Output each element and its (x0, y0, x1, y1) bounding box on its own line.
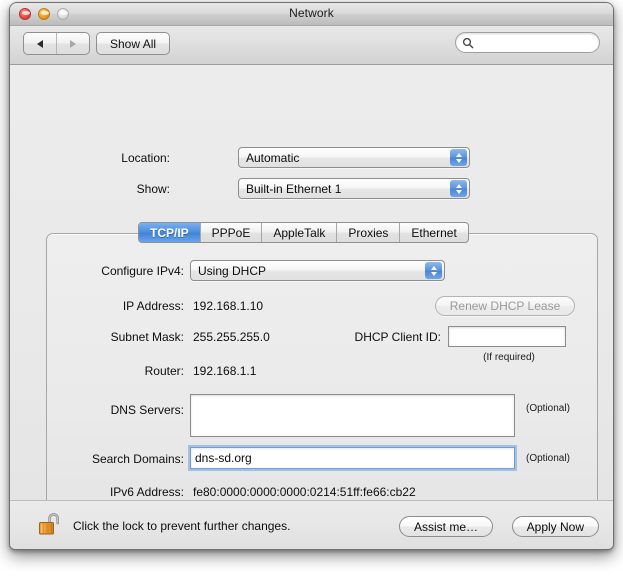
chevron-updown-icon (450, 149, 467, 166)
search-icon (462, 37, 474, 48)
network-preferences-window: Network Show All Location: Automatic Sho… (9, 2, 614, 550)
renew-dhcp-lease-button[interactable]: Renew DHCP Lease (435, 296, 575, 316)
triangle-right-icon (70, 39, 76, 48)
show-popup-value: Built-in Ethernet 1 (246, 181, 342, 196)
location-popup-value: Automatic (246, 150, 300, 165)
dns-servers-label: DNS Servers: (110, 403, 184, 417)
window-title: Network (289, 6, 334, 20)
lock-hint-text: Click the lock to prevent further change… (73, 519, 291, 533)
tab-ethernet[interactable]: Ethernet (400, 223, 467, 242)
router-label: Router: (144, 364, 184, 378)
dhcp-client-id-hint: (If required) (483, 352, 535, 363)
triangle-left-icon (37, 39, 43, 48)
search-domains-input[interactable]: dns-sd.org (188, 445, 517, 471)
apply-now-button[interactable]: Apply Now (511, 516, 599, 537)
location-popup-button[interactable]: Automatic (238, 147, 470, 168)
search-input[interactable] (477, 36, 587, 49)
configure-ipv4-popup-button[interactable]: Using DHCP (190, 260, 445, 281)
forward-button[interactable] (57, 33, 89, 54)
search-domains-hint: (Optional) (526, 453, 570, 464)
search-domains-value: dns-sd.org (195, 451, 252, 465)
assist-me-button[interactable]: Assist me… (398, 516, 493, 537)
dhcp-client-id-label: DHCP Client ID: (354, 330, 441, 344)
tab-tcpip-label: TCP/IP (150, 225, 189, 240)
navigation-segmented-control (23, 32, 90, 55)
assist-me-label: Assist me… (413, 519, 478, 534)
tab-appletalk-label: AppleTalk (273, 225, 326, 240)
ipv6-address-value: fe80:0000:0000:0000:0214:51ff:fe66:cb22 (193, 485, 416, 499)
subnet-mask-value: 255.255.255.0 (193, 330, 270, 344)
chevron-updown-icon (425, 262, 442, 279)
show-popup-button[interactable]: Built-in Ethernet 1 (238, 178, 470, 199)
toolbar: Show All (10, 26, 613, 65)
search-field[interactable] (455, 32, 600, 53)
dhcp-client-id-input[interactable] (448, 326, 566, 347)
dns-servers-hint: (Optional) (526, 403, 570, 414)
unlocked-padlock-icon[interactable] (35, 510, 65, 540)
show-all-button[interactable]: Show All (96, 32, 171, 55)
location-label: Location: (121, 151, 170, 165)
ip-address-value: 192.168.1.10 (193, 299, 264, 313)
ipv6-address-label: IPv6 Address: (109, 485, 184, 499)
configure-ipv4-value: Using DHCP (198, 263, 267, 278)
tab-ethernet-label: Ethernet (411, 225, 457, 240)
bottom-bar: Click the lock to prevent further change… (10, 500, 613, 549)
back-button[interactable] (24, 33, 57, 54)
tab-appletalk[interactable]: AppleTalk (262, 223, 338, 242)
tab-proxies[interactable]: Proxies (337, 223, 401, 242)
configure-ipv4-label: Configure IPv4: (101, 264, 184, 278)
dns-servers-input[interactable] (190, 394, 515, 437)
search-domains-label: Search Domains: (91, 452, 184, 466)
tab-proxies-label: Proxies (348, 225, 389, 240)
chevron-updown-icon (450, 180, 467, 197)
settings-tab-bar: TCP/IP PPPoE AppleTalk Proxies Ethernet (138, 222, 469, 243)
title-bar: Network (10, 3, 613, 26)
show-label: Show: (136, 182, 170, 196)
ip-address-label: IP Address: (122, 299, 184, 313)
content-area: Location: Automatic Show: Built-in Ether… (10, 65, 613, 549)
tab-tcpip[interactable]: TCP/IP (139, 223, 201, 242)
show-all-label: Show All (110, 36, 157, 51)
tab-pppoe-label: PPPoE (211, 225, 251, 240)
tab-pppoe[interactable]: PPPoE (201, 223, 263, 242)
apply-now-label: Apply Now (526, 519, 584, 534)
router-value: 192.168.1.1 (193, 364, 257, 378)
renew-dhcp-lease-label: Renew DHCP Lease (449, 299, 561, 313)
subnet-mask-label: Subnet Mask: (110, 330, 184, 344)
